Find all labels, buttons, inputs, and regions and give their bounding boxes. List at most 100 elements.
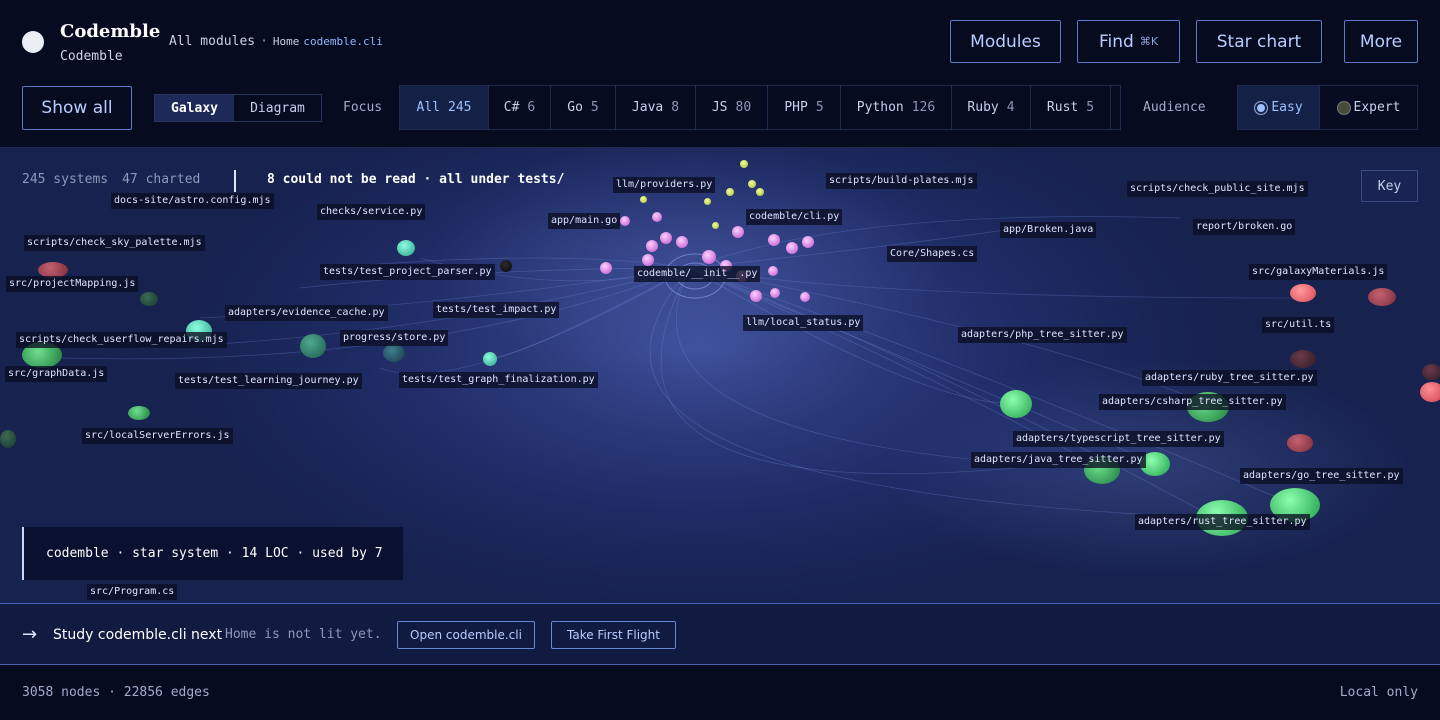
node-purple[interactable] [676,236,688,248]
node-purple[interactable] [732,226,744,238]
focus-tab-csharp[interactable]: C# 6 [489,86,551,129]
open-module-button[interactable]: Open codemble.cli [397,621,535,649]
focus-tab-ruby[interactable]: Ruby 4 [952,86,1031,129]
node-dark[interactable] [1290,350,1316,368]
node-label[interactable]: Core/Shapes.cs [887,246,978,262]
node-yellow[interactable] [748,180,756,188]
key-button[interactable]: Key [1361,170,1418,202]
node-label[interactable]: codemble/__init__.py [634,266,761,282]
node-label[interactable]: adapters/java_tree_sitter.py [971,452,1146,468]
focus-tab-rust[interactable]: Rust 5 [1031,86,1111,129]
node-yellow[interactable] [726,188,734,196]
node-dark[interactable] [500,260,512,272]
node-label[interactable]: llm/providers.py [613,177,716,193]
node-teal[interactable] [397,240,415,256]
node-label[interactable]: tests/test_learning_journey.py [175,373,362,389]
node-label[interactable]: scripts/check_public_site.mjs [1127,181,1308,197]
node-purple[interactable] [750,290,762,302]
node-label[interactable]: tests/test_impact.py [433,302,560,318]
node-label[interactable]: src/projectMapping.js [6,276,139,292]
focus-tab-label: JS [711,100,728,115]
node-teal[interactable] [483,352,497,366]
node-label[interactable]: docs-site/astro.config.mjs [111,193,274,209]
focus-tab-go[interactable]: Go 5 [551,86,616,129]
node-green[interactable] [1000,390,1032,418]
view-option-galaxy[interactable]: Galaxy [155,95,234,121]
node-label[interactable]: src/graphData.js [5,366,108,382]
node-purple[interactable] [660,232,672,244]
breadcrumb-all-modules[interactable]: All modules [169,34,255,49]
node-label[interactable]: scripts/check_userflow_repairs.mjs [16,332,227,348]
node-yellow[interactable] [712,222,719,229]
node-purple[interactable] [800,292,810,302]
node-label[interactable]: tests/test_graph_finalization.py [399,372,598,388]
node-purple[interactable] [620,216,630,226]
breadcrumb-home[interactable]: Home [273,35,300,48]
brand-title: Codemble [60,21,161,42]
node-purple[interactable] [768,234,780,246]
node-green[interactable] [128,406,150,420]
take-first-flight-button[interactable]: Take First Flight [551,621,676,649]
focus-tab-label: All [416,100,440,115]
find-button[interactable]: Find ⌘K [1077,20,1180,63]
node-purple[interactable] [786,242,798,254]
show-all-button[interactable]: Show all [22,86,132,130]
node-red[interactable] [1290,284,1316,302]
node-purple[interactable] [600,262,612,274]
audience-option-expert[interactable]: Expert [1320,86,1417,129]
more-button[interactable]: More [1344,20,1418,63]
node-label[interactable]: adapters/csharp_tree_sitter.py [1099,394,1286,410]
focus-label: Focus [343,100,383,115]
node-yellow[interactable] [704,198,711,205]
node-teal[interactable] [300,334,326,358]
node-label[interactable]: app/Broken.java [1000,222,1097,238]
node-yellow[interactable] [740,160,748,168]
node-dark[interactable] [1422,364,1440,380]
node-dark[interactable] [383,344,405,362]
node-label[interactable]: adapters/typescript_tree_sitter.py [1013,431,1224,447]
node-dark[interactable] [140,292,158,306]
node-dark[interactable] [0,430,16,448]
focus-tab-java[interactable]: Java 8 [616,86,696,129]
node-red[interactable] [1420,382,1440,402]
node-label[interactable]: tests/test_project_parser.py [320,264,495,280]
focus-tab-all[interactable]: All 245 [400,86,489,129]
galaxy-canvas[interactable]: 245 systems 47 charted 8 could not be rea… [0,148,1440,603]
node-red[interactable] [1287,434,1313,452]
node-purple[interactable] [702,250,716,264]
node-purple[interactable] [642,254,654,266]
node-red[interactable] [1368,288,1396,306]
node-label[interactable]: adapters/php_tree_sitter.py [958,327,1127,343]
node-label[interactable]: llm/local_status.py [743,315,864,331]
node-label[interactable]: src/util.ts [1262,317,1335,333]
node-label[interactable]: codemble/cli.py [746,209,843,225]
node-label[interactable]: app/main.go [548,213,621,229]
audience-option-easy[interactable]: Easy [1238,86,1320,129]
node-label[interactable]: report/broken.go [1193,219,1296,235]
node-label[interactable]: src/localServerErrors.js [82,428,233,444]
node-label[interactable]: scripts/check_sky_palette.mjs [24,235,205,251]
node-purple[interactable] [770,288,780,298]
node-label[interactable]: src/galaxyMaterials.js [1249,264,1388,280]
focus-tab-python[interactable]: Python 126 [841,86,952,129]
node-purple[interactable] [652,212,662,222]
node-purple[interactable] [802,236,814,248]
node-label[interactable]: checks/service.py [317,204,426,220]
node-yellow[interactable] [756,188,764,196]
modules-button[interactable]: Modules [950,20,1061,63]
node-label[interactable]: scripts/build-plates.mjs [826,173,977,189]
focus-tab-count: 245 [448,100,472,115]
node-label[interactable]: progress/store.py [340,330,449,346]
node-label[interactable]: adapters/evidence_cache.py [225,305,388,321]
focus-tab-js[interactable]: JS 80 [696,86,768,129]
node-purple[interactable] [646,240,658,252]
node-yellow[interactable] [640,196,647,203]
node-label[interactable]: src/Program.cs [87,584,178,600]
view-option-diagram[interactable]: Diagram [234,95,321,121]
node-label[interactable]: adapters/go_tree_sitter.py [1240,468,1403,484]
focus-tab-php[interactable]: PHP 5 [768,86,841,129]
node-label[interactable]: adapters/ruby_tree_sitter.py [1142,370,1317,386]
star-chart-button[interactable]: Star chart [1196,20,1322,63]
node-purple[interactable] [768,266,778,276]
node-label[interactable]: adapters/rust_tree_sitter.py [1135,514,1310,530]
